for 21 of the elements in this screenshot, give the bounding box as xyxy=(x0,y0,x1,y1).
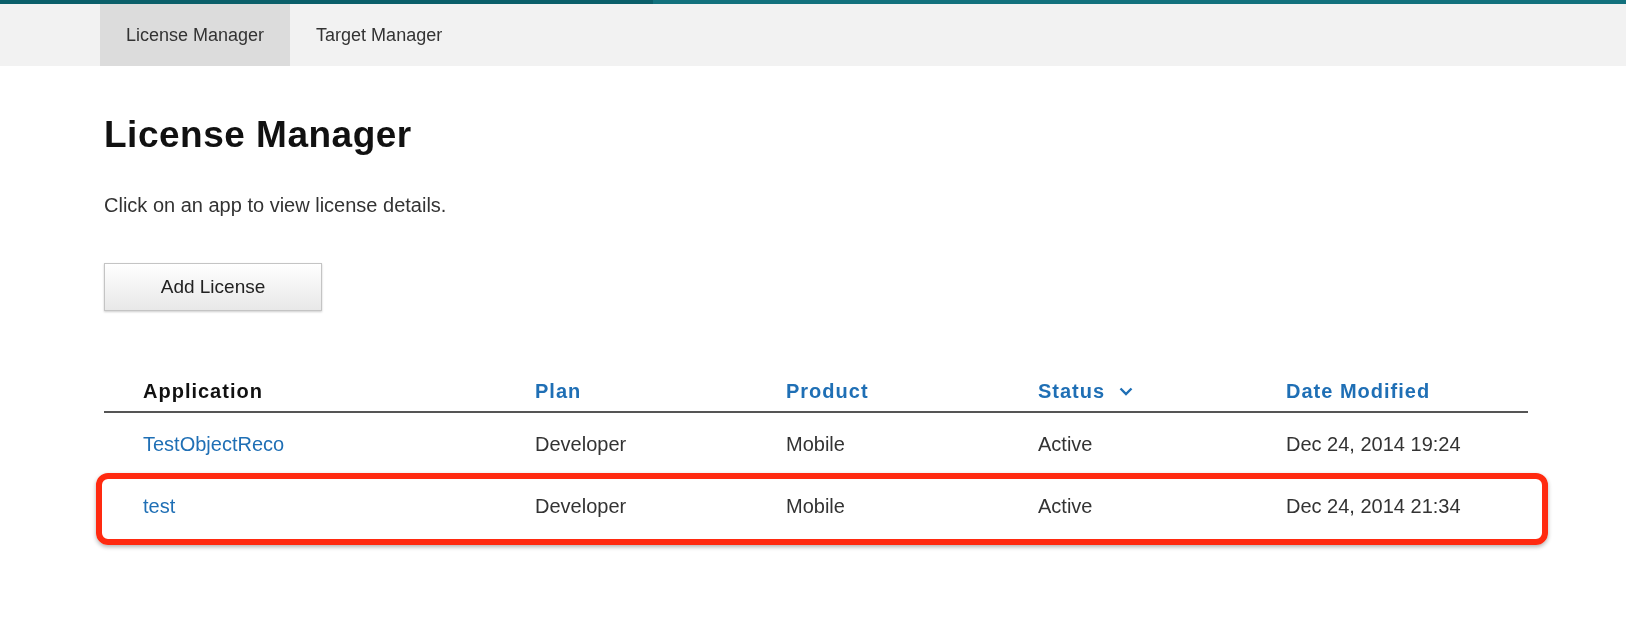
table-cell: Dec 24, 2014 19:24 xyxy=(1286,432,1461,455)
add-license-button[interactable]: Add License xyxy=(104,263,322,311)
table-cell: Active xyxy=(1038,494,1093,517)
nav-tab[interactable]: Target Manager xyxy=(290,4,469,66)
intro-text: Click on an app to view license details. xyxy=(104,194,448,217)
column-header[interactable]: Plan xyxy=(535,379,582,403)
page-title: License Manager xyxy=(104,114,413,156)
column-header[interactable]: Date Modified xyxy=(1286,379,1431,403)
table-cell: Dec 24, 2014 21:34 xyxy=(1286,494,1461,517)
column-header: Application xyxy=(143,379,263,403)
table-cell: Active xyxy=(1038,432,1093,455)
table-cell: Developer xyxy=(535,432,627,455)
app-link[interactable]: test xyxy=(143,494,176,517)
table-cell: Mobile xyxy=(786,494,845,517)
column-header[interactable]: Status xyxy=(1038,379,1106,403)
column-header[interactable]: Product xyxy=(786,379,869,403)
table-cell: Developer xyxy=(535,494,627,517)
app-link[interactable]: TestObjectReco xyxy=(143,432,285,455)
nav-tab[interactable]: License Manager xyxy=(100,4,291,66)
table-cell: Mobile xyxy=(786,432,845,455)
chevron-down-icon[interactable] xyxy=(1119,386,1134,396)
